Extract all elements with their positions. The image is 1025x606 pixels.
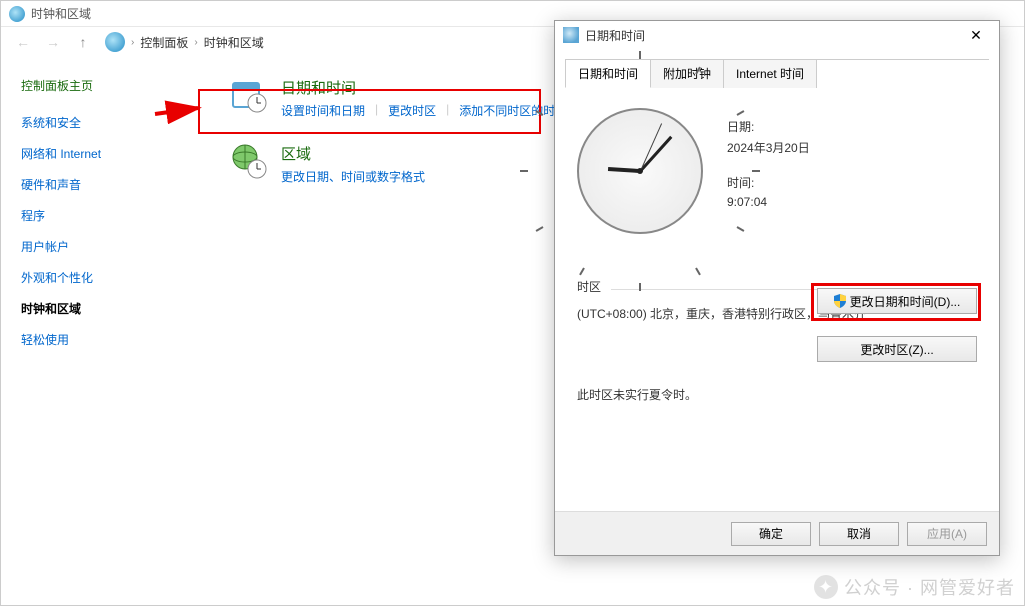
breadcrumb-current[interactable]: 时钟和区域 — [204, 34, 264, 51]
ok-button[interactable]: 确定 — [731, 522, 811, 546]
sidebar-item-ease[interactable]: 轻松使用 — [21, 331, 201, 348]
globe-clock-icon — [231, 143, 267, 179]
dst-info: 此时区未实行夏令时。 — [577, 362, 977, 403]
time-label: 时间: — [727, 174, 810, 191]
sidebar-item-clock-region[interactable]: 时钟和区域 — [21, 300, 201, 317]
clock-region-icon — [9, 6, 25, 22]
dialog-footer: 确定 取消 应用(A) — [555, 511, 999, 555]
link-add-clocks[interactable]: 添加不同时区的时钟 — [459, 102, 567, 119]
change-timezone-label: 更改时区(Z)... — [860, 341, 933, 358]
dialog-body: 日期: 2024年3月20日 时间: 9:07:04 更改日期和时间(D)...… — [555, 88, 999, 413]
change-timezone-button[interactable]: 更改时区(Z)... — [817, 336, 977, 362]
nav-back-button[interactable]: ← — [11, 30, 35, 54]
dialog-titlebar: 日期和时间 ✕ — [555, 21, 999, 49]
tab-additional-clocks[interactable]: 附加时钟 — [650, 59, 724, 88]
sidebar-item-programs[interactable]: 程序 — [21, 207, 201, 224]
breadcrumb-icon — [105, 32, 125, 52]
sidebar-item-network[interactable]: 网络和 Internet — [21, 145, 201, 162]
breadcrumb-root[interactable]: 控制面板 — [140, 34, 188, 51]
breadcrumb: › 控制面板 › 时钟和区域 — [105, 32, 264, 52]
watermark-text: 公众号 · 网管爱好者 — [844, 574, 1015, 600]
tab-bar: 日期和时间 附加时钟 Internet 时间 — [555, 49, 999, 88]
sidebar-home[interactable]: 控制面板主页 — [21, 77, 201, 94]
analog-clock — [577, 108, 707, 238]
chevron-right-icon: › — [194, 37, 197, 48]
category-datetime-title[interactable]: 日期和时间 — [281, 77, 567, 98]
tab-internet-time[interactable]: Internet 时间 — [723, 59, 817, 88]
chevron-right-icon: › — [131, 37, 134, 48]
change-datetime-label: 更改日期和时间(D)... — [850, 293, 961, 310]
datetime-dialog: 日期和时间 ✕ 日期和时间 附加时钟 Internet 时间 日期: 2024年… — [554, 20, 1000, 556]
close-button[interactable]: ✕ — [961, 25, 991, 45]
tab-datetime[interactable]: 日期和时间 — [565, 59, 651, 88]
nav-up-button[interactable]: ↑ — [71, 30, 95, 54]
date-value: 2024年3月20日 — [727, 139, 810, 156]
timezone-label: 时区 — [577, 278, 601, 299]
link-change-timezone[interactable]: 更改时区 — [388, 102, 436, 119]
datetime-icon — [563, 27, 579, 43]
dialog-title: 日期和时间 — [585, 27, 961, 44]
link-change-formats[interactable]: 更改日期、时间或数字格式 — [281, 168, 425, 185]
sidebar-item-appearance[interactable]: 外观和个性化 — [21, 269, 201, 286]
sidebar: 控制面板主页 系统和安全 网络和 Internet 硬件和声音 程序 用户帐户 … — [1, 57, 201, 605]
change-datetime-button[interactable]: 更改日期和时间(D)... — [817, 288, 977, 314]
calendar-clock-icon — [231, 77, 267, 113]
sidebar-item-users[interactable]: 用户帐户 — [21, 238, 201, 255]
shield-icon — [834, 294, 846, 308]
nav-forward-button[interactable]: → — [41, 30, 65, 54]
time-value: 9:07:04 — [727, 195, 810, 209]
wechat-icon: ✦ — [814, 575, 838, 599]
cancel-button[interactable]: 取消 — [819, 522, 899, 546]
apply-button[interactable]: 应用(A) — [907, 522, 987, 546]
link-set-datetime[interactable]: 设置时间和日期 — [281, 102, 365, 119]
date-label: 日期: — [727, 118, 810, 135]
sidebar-item-hardware[interactable]: 硬件和声音 — [21, 176, 201, 193]
sidebar-item-system[interactable]: 系统和安全 — [21, 114, 201, 131]
category-region-title[interactable]: 区域 — [281, 143, 425, 164]
watermark: ✦ 公众号 · 网管爱好者 — [814, 574, 1015, 600]
window-title: 时钟和区域 — [31, 5, 91, 22]
